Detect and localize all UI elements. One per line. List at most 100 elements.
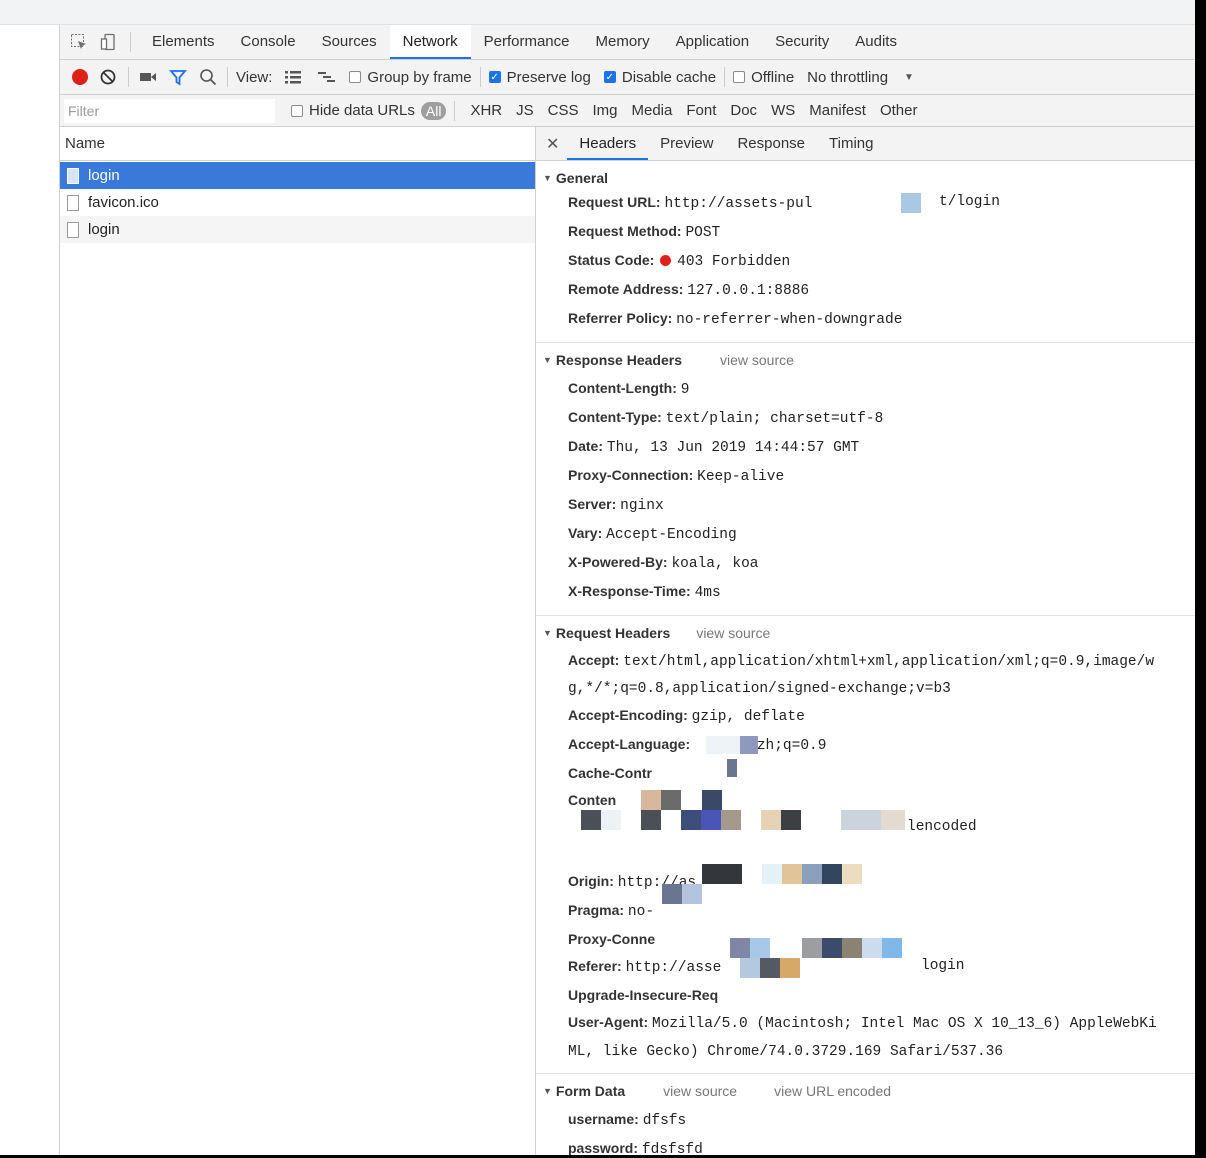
disable-cache-checkbox[interactable]: ✓ bbox=[603, 71, 616, 83]
general-section: ▼ General Request URL: http://assets-pul… bbox=[536, 161, 1195, 343]
network-toolbar: View: Group by frame ✓ Preserve log ✓ Di… bbox=[60, 60, 1195, 95]
form-data-section: ▼ Form Data view source view URL encoded… bbox=[536, 1074, 1195, 1155]
header-value: no-referrer-when-downgrade bbox=[676, 312, 903, 328]
header-key: Date: bbox=[568, 438, 604, 454]
tab-network[interactable]: Network bbox=[389, 25, 471, 59]
header-value: text/html,application/xhtml+xml,applicat… bbox=[623, 654, 1155, 670]
tab-preview[interactable]: Preview bbox=[648, 127, 725, 160]
tab-application[interactable]: Application bbox=[663, 25, 762, 59]
close-icon[interactable]: ✕ bbox=[536, 134, 567, 154]
disable-cache-label: Disable cache bbox=[621, 68, 717, 86]
response-headers-section: ▼ Response Headers view source Content-L… bbox=[536, 343, 1195, 616]
offline-label: Offline bbox=[751, 68, 795, 86]
filter-css[interactable]: CSS bbox=[548, 102, 579, 119]
redaction-block bbox=[706, 736, 740, 754]
filter-img[interactable]: Img bbox=[592, 102, 617, 119]
request-headers-header[interactable]: ▼ Request Headers view source bbox=[536, 622, 1195, 644]
header-value: POST bbox=[685, 225, 721, 241]
tab-response[interactable]: Response bbox=[725, 127, 817, 160]
header-key: Content-Length: bbox=[568, 380, 677, 396]
redaction-block bbox=[740, 736, 758, 754]
header-value: ML, like Gecko) Chrome/74.0.3729.169 Saf… bbox=[568, 1044, 1004, 1060]
chevron-down-icon[interactable]: ▼ bbox=[904, 72, 914, 83]
tab-audits[interactable]: Audits bbox=[842, 25, 910, 59]
tab-timing[interactable]: Timing bbox=[817, 127, 885, 160]
record-icon[interactable] bbox=[71, 68, 89, 86]
triangle-down-icon: ▼ bbox=[543, 173, 552, 183]
capture-screenshots-icon[interactable] bbox=[139, 70, 157, 84]
filter-xhr[interactable]: XHR bbox=[470, 102, 502, 119]
header-row-continued: g,*/*;q=0.8,application/signed-exchange;… bbox=[536, 675, 1195, 702]
large-rows-icon[interactable] bbox=[284, 70, 302, 84]
offline-checkbox[interactable] bbox=[733, 71, 746, 83]
header-key: X-Powered-By: bbox=[568, 554, 668, 570]
blank-row bbox=[536, 841, 1195, 868]
header-row: Accept: text/html,application/xhtml+xml,… bbox=[536, 648, 1195, 675]
document-icon bbox=[67, 167, 79, 184]
devtools-window: Elements Console Sources Network Perform… bbox=[0, 0, 1195, 1155]
request-row[interactable]: login bbox=[60, 216, 535, 243]
device-toolbar-icon[interactable] bbox=[100, 33, 118, 51]
preserve-log-checkbox[interactable]: ✓ bbox=[488, 71, 501, 83]
header-value: Mozilla/5.0 (Macintosh; Intel Mac OS X 1… bbox=[652, 1016, 1157, 1032]
filter-js[interactable]: JS bbox=[516, 102, 534, 119]
filter-manifest[interactable]: Manifest bbox=[809, 102, 866, 119]
response-headers-header[interactable]: ▼ Response Headers view source bbox=[536, 349, 1195, 371]
tab-performance[interactable]: Performance bbox=[471, 25, 583, 59]
view-source-link[interactable]: view source bbox=[663, 1080, 737, 1102]
tab-console[interactable]: Console bbox=[228, 25, 309, 59]
header-value: gzip, deflate bbox=[691, 709, 805, 725]
header-row: User-Agent: Mozilla/5.0 (Macintosh; Inte… bbox=[536, 1009, 1195, 1037]
filter-media[interactable]: Media bbox=[632, 102, 673, 119]
clear-icon[interactable] bbox=[100, 69, 116, 85]
filter-other[interactable]: Other bbox=[880, 102, 918, 119]
filter-icon[interactable] bbox=[169, 68, 187, 86]
filter-font[interactable]: Font bbox=[686, 102, 716, 119]
tab-sources[interactable]: Sources bbox=[309, 25, 390, 59]
view-url-encoded-link[interactable]: view URL encoded bbox=[774, 1080, 891, 1102]
request-row[interactable]: favicon.ico bbox=[60, 189, 535, 216]
toolbar-separator bbox=[479, 67, 481, 87]
filter-input[interactable] bbox=[64, 98, 275, 123]
window-top-strip bbox=[0, 0, 1195, 25]
triangle-down-icon: ▼ bbox=[543, 1086, 552, 1096]
header-row: Pragma: no- bbox=[536, 897, 1195, 926]
hide-data-urls-checkbox[interactable] bbox=[291, 104, 303, 117]
header-row: Upgrade-Insecure-Req bbox=[536, 982, 1195, 1009]
group-by-frame-checkbox[interactable] bbox=[349, 71, 362, 83]
header-row-continued: ML, like Gecko) Chrome/74.0.3729.169 Saf… bbox=[536, 1037, 1195, 1065]
form-value: dfsfs bbox=[642, 1113, 687, 1129]
header-row: Request Method: POST bbox=[536, 218, 1195, 247]
form-data-header[interactable]: ▼ Form Data view source view URL encoded bbox=[536, 1080, 1195, 1102]
header-key: Content-Type: bbox=[568, 409, 662, 425]
triangle-down-icon: ▼ bbox=[543, 355, 552, 365]
filter-doc[interactable]: Doc bbox=[730, 102, 757, 119]
view-source-link[interactable]: view source bbox=[696, 622, 770, 644]
header-row: X-Response-Time: 4ms bbox=[536, 578, 1195, 607]
tab-memory[interactable]: Memory bbox=[583, 25, 663, 59]
filter-ws[interactable]: WS bbox=[771, 102, 795, 119]
header-key: Accept-Language: bbox=[568, 736, 691, 752]
tab-elements[interactable]: Elements bbox=[139, 25, 228, 59]
section-title: Request Headers bbox=[555, 625, 671, 641]
inspect-element-icon[interactable] bbox=[70, 33, 88, 51]
general-section-header[interactable]: ▼ General bbox=[536, 167, 1195, 189]
redaction-block bbox=[901, 193, 921, 213]
name-column-header[interactable]: Name bbox=[60, 127, 535, 161]
tab-headers[interactable]: Headers bbox=[567, 127, 649, 160]
header-key: Request Method: bbox=[568, 223, 682, 239]
header-value: Keep-alive bbox=[697, 469, 785, 485]
filter-all-button[interactable]: All bbox=[420, 101, 447, 120]
request-row[interactable]: login bbox=[60, 162, 535, 189]
header-value: Thu, 13 Jun 2019 14:44:57 GMT bbox=[606, 440, 860, 456]
header-key: Accept: bbox=[568, 652, 620, 668]
header-key: Accept-Encoding: bbox=[568, 707, 688, 723]
search-icon[interactable] bbox=[199, 68, 217, 86]
waterfall-overview-icon[interactable] bbox=[317, 70, 336, 84]
header-row: Remote Address: 127.0.0.1:8886 bbox=[536, 276, 1195, 305]
header-value-tail: lencoded bbox=[907, 819, 977, 835]
view-source-link[interactable]: view source bbox=[720, 349, 794, 371]
tab-security[interactable]: Security bbox=[762, 25, 842, 59]
throttling-select[interactable]: No throttling bbox=[807, 69, 888, 86]
tab-separator bbox=[130, 32, 131, 52]
